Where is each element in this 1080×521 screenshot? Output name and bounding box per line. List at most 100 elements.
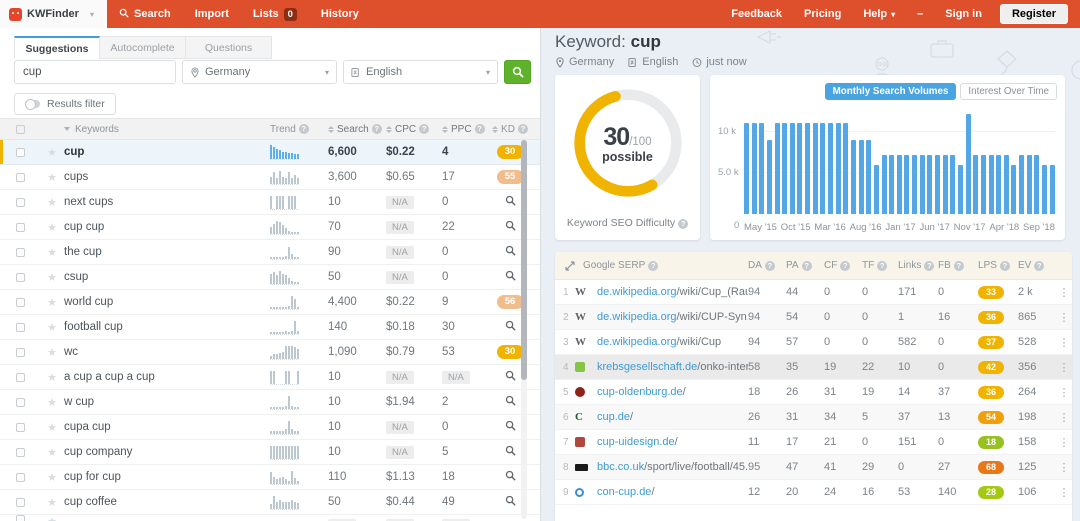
serp-row[interactable]: 6Ccup.de/2631345371354198⋮ bbox=[555, 405, 1072, 430]
volume-bar[interactable] bbox=[828, 123, 833, 214]
volume-bar[interactable] bbox=[981, 155, 986, 214]
volume-bar[interactable] bbox=[836, 123, 841, 214]
volume-bar[interactable] bbox=[851, 140, 856, 214]
table-row[interactable]: ★cup6,600$0.22430 bbox=[0, 140, 540, 165]
table-row[interactable]: ★w cup10$1.942 bbox=[0, 390, 540, 415]
star-icon[interactable]: ★ bbox=[40, 496, 64, 509]
serp-row[interactable]: 9con-cup.de/122024165314028106⋮ bbox=[555, 480, 1072, 505]
volume-bar[interactable] bbox=[775, 123, 780, 214]
serp-url-domain[interactable]: cup-uidesign.de bbox=[597, 436, 675, 448]
top-item-feedback[interactable]: Feedback bbox=[720, 8, 793, 20]
tab-monthly-search-volumes[interactable]: Monthly Search Volumes bbox=[825, 83, 957, 100]
star-icon[interactable]: ★ bbox=[40, 321, 64, 334]
results-filter-button[interactable]: Results filter bbox=[14, 93, 116, 115]
row-checkbox[interactable] bbox=[16, 148, 25, 157]
row-checkbox[interactable] bbox=[16, 298, 25, 307]
kd-score-badge[interactable]: 55 bbox=[497, 170, 524, 184]
row-checkbox[interactable] bbox=[16, 373, 25, 382]
volume-bar[interactable] bbox=[782, 123, 787, 214]
keyword-search-input[interactable] bbox=[14, 60, 176, 84]
volume-bar[interactable] bbox=[1004, 155, 1009, 214]
volume-bar[interactable] bbox=[1011, 165, 1016, 214]
volume-bar[interactable] bbox=[897, 155, 902, 214]
star-icon[interactable]: ★ bbox=[40, 346, 64, 359]
kd-check-magnifier-icon[interactable] bbox=[505, 470, 516, 484]
top-item-pricing[interactable]: Pricing bbox=[793, 8, 852, 20]
star-icon[interactable]: ★ bbox=[40, 171, 64, 184]
star-icon[interactable]: ★ bbox=[40, 421, 64, 434]
serp-url[interactable]: cup.de/ bbox=[597, 411, 748, 423]
app-logo[interactable]: KWFinder ▾ bbox=[0, 0, 107, 28]
nav-item-search[interactable]: Search bbox=[107, 0, 183, 28]
star-icon[interactable]: ★ bbox=[40, 296, 64, 309]
row-menu-kebab-icon[interactable]: ⋮ bbox=[1056, 311, 1072, 324]
fb-column-header[interactable]: FB bbox=[938, 260, 978, 271]
volume-bar[interactable] bbox=[843, 123, 848, 214]
volume-bar[interactable] bbox=[797, 123, 802, 214]
tab-autocomplete[interactable]: Autocomplete bbox=[100, 36, 186, 59]
serp-url[interactable]: con-cup.de/ bbox=[597, 486, 748, 498]
star-icon[interactable]: ★ bbox=[40, 246, 64, 259]
lps-column-header[interactable]: LPS bbox=[978, 260, 1018, 271]
serp-url-domain[interactable]: cup.de bbox=[597, 411, 630, 423]
kd-check-magnifier-icon[interactable] bbox=[505, 445, 516, 459]
volume-bar[interactable] bbox=[935, 155, 940, 214]
serp-row[interactable]: 8bbc.co.uk/sport/live/football/45...9547… bbox=[555, 455, 1072, 480]
serp-url-domain[interactable]: con-cup.de bbox=[597, 486, 651, 498]
serp-url-domain[interactable]: de.wikipedia.org bbox=[597, 336, 677, 348]
row-checkbox[interactable] bbox=[16, 248, 25, 257]
top-item-help[interactable]: Help▾ bbox=[852, 8, 906, 20]
serp-row[interactable]: 2Wde.wikipedia.org/wiki/CUP-Syn...945400… bbox=[555, 305, 1072, 330]
row-menu-kebab-icon[interactable]: ⋮ bbox=[1056, 386, 1072, 399]
table-scrollbar[interactable] bbox=[521, 140, 527, 519]
row-menu-kebab-icon[interactable]: ⋮ bbox=[1056, 411, 1072, 424]
row-menu-kebab-icon[interactable]: ⋮ bbox=[1056, 361, 1072, 374]
volume-bar[interactable] bbox=[927, 155, 932, 214]
volume-bar[interactable] bbox=[973, 155, 978, 214]
row-checkbox[interactable] bbox=[16, 273, 25, 282]
serp-row[interactable]: 7cup-uidesign.de/1117210151018158⋮ bbox=[555, 430, 1072, 455]
kd-score-badge[interactable]: 30 bbox=[497, 145, 524, 159]
kd-check-magnifier-icon[interactable] bbox=[505, 270, 516, 284]
help-icon[interactable] bbox=[678, 219, 688, 229]
row-checkbox[interactable] bbox=[16, 498, 25, 507]
volume-bar[interactable] bbox=[966, 114, 971, 214]
volume-bar[interactable] bbox=[943, 155, 948, 214]
serp-row[interactable]: 3Wde.wikipedia.org/wiki/Cup9457005820375… bbox=[555, 330, 1072, 355]
row-checkbox[interactable] bbox=[16, 473, 25, 482]
volume-bar[interactable] bbox=[904, 155, 909, 214]
serp-row[interactable]: 1Wde.wikipedia.org/wiki/Cup_(Rau...94440… bbox=[555, 280, 1072, 305]
table-row[interactable]: ★csup50N/A0 bbox=[0, 265, 540, 290]
find-keywords-button[interactable] bbox=[504, 60, 531, 84]
ppc-column-header[interactable]: PPC bbox=[424, 124, 480, 135]
row-checkbox[interactable] bbox=[16, 423, 25, 432]
serp-url[interactable]: de.wikipedia.org/wiki/CUP-Syn... bbox=[597, 311, 748, 323]
cf-column-header[interactable]: CF bbox=[824, 260, 862, 271]
row-menu-kebab-icon[interactable]: ⋮ bbox=[1056, 436, 1072, 449]
row-checkbox[interactable] bbox=[16, 348, 25, 357]
tab-questions[interactable]: Questions bbox=[186, 36, 272, 59]
table-row[interactable]: ★cupa cup10N/A0 bbox=[0, 415, 540, 440]
serp-url[interactable]: de.wikipedia.org/wiki/Cup_(Rau... bbox=[597, 286, 748, 298]
volume-bar[interactable] bbox=[790, 123, 795, 214]
star-icon[interactable]: ★ bbox=[40, 146, 64, 159]
star-icon[interactable]: ★ bbox=[40, 471, 64, 484]
tf-column-header[interactable]: TF bbox=[862, 260, 898, 271]
volume-bar[interactable] bbox=[759, 123, 764, 214]
cpc-column-header[interactable]: CPC bbox=[368, 124, 424, 135]
tab-suggestions[interactable]: Suggestions bbox=[14, 36, 100, 59]
kd-check-magnifier-icon[interactable] bbox=[505, 495, 516, 509]
ev-column-header[interactable]: EV bbox=[1018, 260, 1056, 271]
serp-url-domain[interactable]: de.wikipedia.org bbox=[597, 286, 677, 298]
row-checkbox[interactable] bbox=[16, 223, 25, 232]
volume-bar[interactable] bbox=[1042, 165, 1047, 214]
scrollbar-thumb[interactable] bbox=[521, 140, 527, 380]
table-row[interactable]: ★wc1,090$0.795330 bbox=[0, 340, 540, 365]
search-column-header[interactable]: Search bbox=[310, 124, 368, 135]
location-dropdown[interactable]: Germany ▾ bbox=[182, 60, 337, 84]
star-icon[interactable]: ★ bbox=[40, 221, 64, 234]
volume-bar[interactable] bbox=[882, 155, 887, 214]
language-dropdown[interactable]: English ▾ bbox=[343, 60, 498, 84]
table-row[interactable]: ★cups3,600$0.651755 bbox=[0, 165, 540, 190]
kd-check-magnifier-icon[interactable] bbox=[505, 395, 516, 409]
